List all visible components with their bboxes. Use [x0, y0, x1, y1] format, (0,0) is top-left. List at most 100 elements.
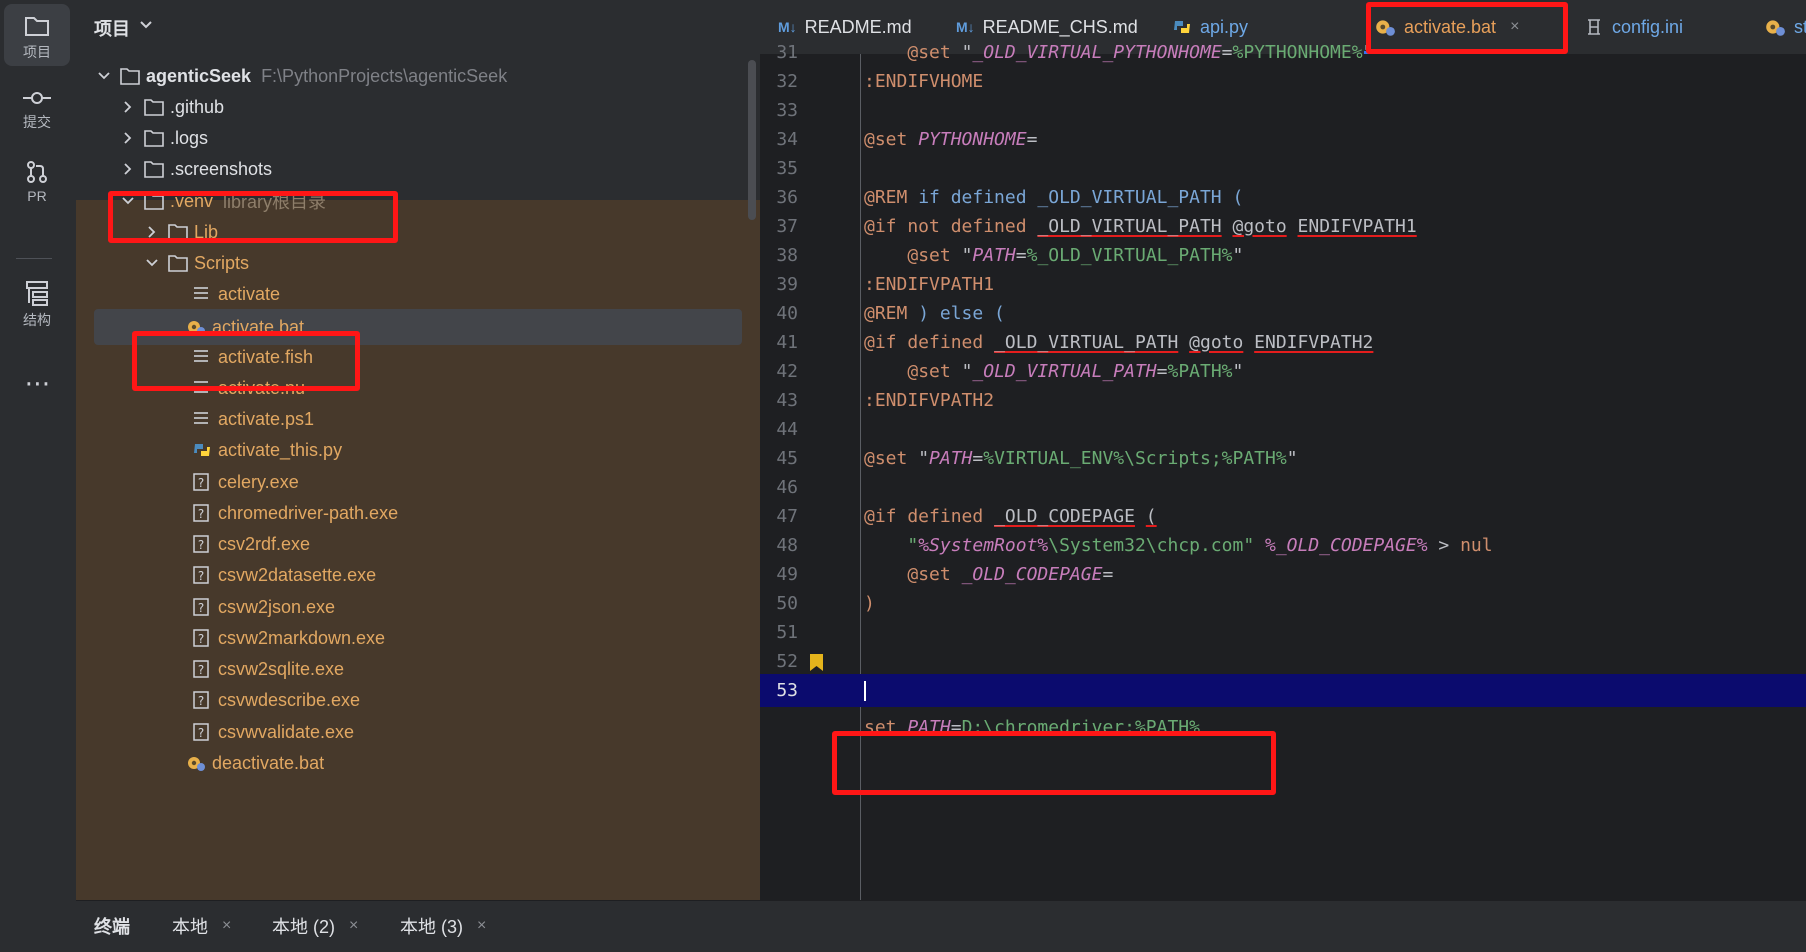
bat-file-icon — [1376, 20, 1395, 36]
bat-file-icon — [1766, 20, 1785, 36]
tree-label: .logs — [170, 127, 209, 148]
activity-pr-label: PR — [27, 188, 47, 204]
tree-label: activate.nu — [218, 377, 306, 398]
bat-file-icon — [188, 757, 205, 771]
project-title[interactable]: 项目 — [94, 15, 130, 41]
tree-row-screenshots[interactable]: .screenshots — [76, 151, 760, 187]
svg-text:?: ? — [198, 694, 204, 708]
chevron-down-icon — [146, 259, 158, 267]
unknown-file-icon: ? — [193, 691, 209, 709]
close-icon[interactable]: × — [1510, 18, 1519, 36]
svg-text:?: ? — [198, 507, 204, 521]
svg-text:?: ? — [198, 569, 204, 583]
unknown-file-icon: ? — [193, 660, 209, 678]
more-icon[interactable]: ⋯ — [0, 368, 76, 399]
folder-icon — [168, 255, 188, 272]
tree-row-csvw2datasette-exe[interactable]: ? csvw2datasette.exe — [76, 557, 760, 593]
tree-label: csvw2datasette.exe — [218, 564, 377, 585]
chevron-right-icon — [124, 101, 132, 113]
structure-icon — [26, 281, 48, 306]
unknown-file-icon: ? — [193, 535, 209, 553]
activity-commit-label: 提交 — [23, 114, 51, 130]
project-header: 项目 — [76, 0, 760, 52]
svg-text:?: ? — [198, 632, 204, 646]
text-caret — [864, 681, 866, 701]
code-line-current: 53 — [760, 674, 1806, 707]
tree-label: .github — [170, 96, 225, 117]
tree-row-deactivate-bat[interactable]: deactivate.bat — [76, 745, 760, 781]
tab-label: config.ini — [1612, 16, 1684, 37]
activity-project-button[interactable]: 项目 — [4, 4, 70, 66]
unknown-file-icon: ? — [193, 566, 209, 584]
tree-row-activate[interactable]: activate — [76, 276, 760, 312]
tree-label: activate.bat — [212, 316, 305, 337]
bookmark-icon[interactable] — [810, 654, 823, 671]
tree-label: celery.exe — [218, 471, 299, 492]
folder-icon — [168, 224, 188, 241]
activity-commit-button[interactable]: 提交 — [4, 84, 70, 144]
activity-project-label: 项目 — [23, 44, 51, 60]
svg-text:?: ? — [198, 601, 204, 615]
chevron-down-icon — [122, 197, 134, 205]
activity-separator — [16, 258, 52, 259]
tree-row-csvwdescribe-exe[interactable]: ? csvwdescribe.exe — [76, 682, 760, 718]
close-icon[interactable]: × — [477, 917, 486, 935]
unknown-file-icon: ? — [193, 723, 209, 741]
tree-label: activate_this.py — [218, 439, 343, 460]
tree-label: activate.ps1 — [218, 408, 315, 429]
tree-label: csvw2sqlite.exe — [218, 658, 345, 679]
terminal-title[interactable]: 终端 — [94, 913, 130, 939]
tree-label: csvw2markdown.exe — [218, 627, 386, 648]
unknown-file-icon: ? — [193, 598, 209, 616]
close-icon[interactable]: × — [349, 917, 358, 935]
terminal-tab-local-2[interactable]: 本地 (2) × — [272, 913, 358, 939]
tree-label: csv2rdf.exe — [218, 533, 311, 554]
svg-text:?: ? — [198, 476, 204, 490]
terminal-tab-local-3[interactable]: 本地 (3) × — [400, 913, 486, 939]
activity-structure-label: 结构 — [23, 312, 51, 328]
tree-label: chromedriver-path.exe — [218, 502, 399, 523]
bat-file-icon — [188, 321, 205, 335]
terminal-tab-local[interactable]: 本地 × — [172, 913, 231, 939]
tree-row-activate-this-py[interactable]: activate_this.py — [76, 432, 760, 468]
activity-structure-button[interactable]: 结构 — [4, 280, 70, 340]
folder-icon — [144, 161, 164, 178]
python-file-icon — [1174, 21, 1190, 33]
text-file-icon — [194, 412, 208, 424]
folder-icon — [120, 68, 140, 85]
svg-text:?: ? — [198, 726, 204, 740]
svg-text:?: ? — [198, 538, 204, 552]
tab-label: README.md — [804, 16, 912, 37]
close-icon[interactable]: × — [222, 917, 231, 935]
chevron-down-icon — [98, 72, 110, 80]
python-file-icon — [194, 444, 210, 456]
tree-path-hint: F:\PythonProjects\agenticSeek — [261, 65, 508, 86]
text-file-icon — [194, 287, 208, 299]
pull-request-icon — [27, 161, 47, 183]
tree-label: Scripts — [194, 252, 250, 273]
tree-label: activate — [218, 283, 281, 304]
markdown-icon: M↓ — [956, 19, 975, 35]
project-panel: 项目 agenticSeek F:\PythonProjects\agentic… — [76, 0, 760, 900]
activity-pr-button[interactable]: PR — [4, 158, 70, 218]
editor: M↓ README.md M↓ README_CHS.md api.py act… — [760, 0, 1806, 900]
code-area[interactable]: 31 @set "_OLD_VIRTUAL_PYTHONHOME=%PYTHON… — [760, 42, 1806, 900]
tab-label: README_CHS.md — [982, 16, 1138, 37]
tab-label: activate.bat — [1404, 16, 1497, 37]
unknown-file-icon: ? — [193, 504, 209, 522]
tree-label: .venv — [170, 190, 214, 211]
line-number: 53 — [776, 680, 798, 701]
tab-label: st — [1794, 16, 1806, 37]
folder-icon — [144, 130, 164, 147]
tree-label: csvwvalidate.exe — [218, 721, 355, 742]
text-file-icon — [194, 350, 208, 362]
chevron-right-icon — [124, 132, 132, 144]
commit-icon — [23, 92, 51, 104]
chevron-down-icon[interactable] — [136, 14, 156, 34]
terminal-tab-bar: 终端 本地 × 本地 (2) × 本地 (3) × — [76, 900, 1806, 952]
terminal-tab-label: 本地 (3) — [400, 917, 463, 937]
terminal-tab-label: 本地 (2) — [272, 917, 335, 937]
tree-label: .screenshots — [170, 158, 273, 179]
tree-label: activate.fish — [218, 346, 314, 367]
terminal-tab-label: 本地 — [172, 917, 208, 937]
